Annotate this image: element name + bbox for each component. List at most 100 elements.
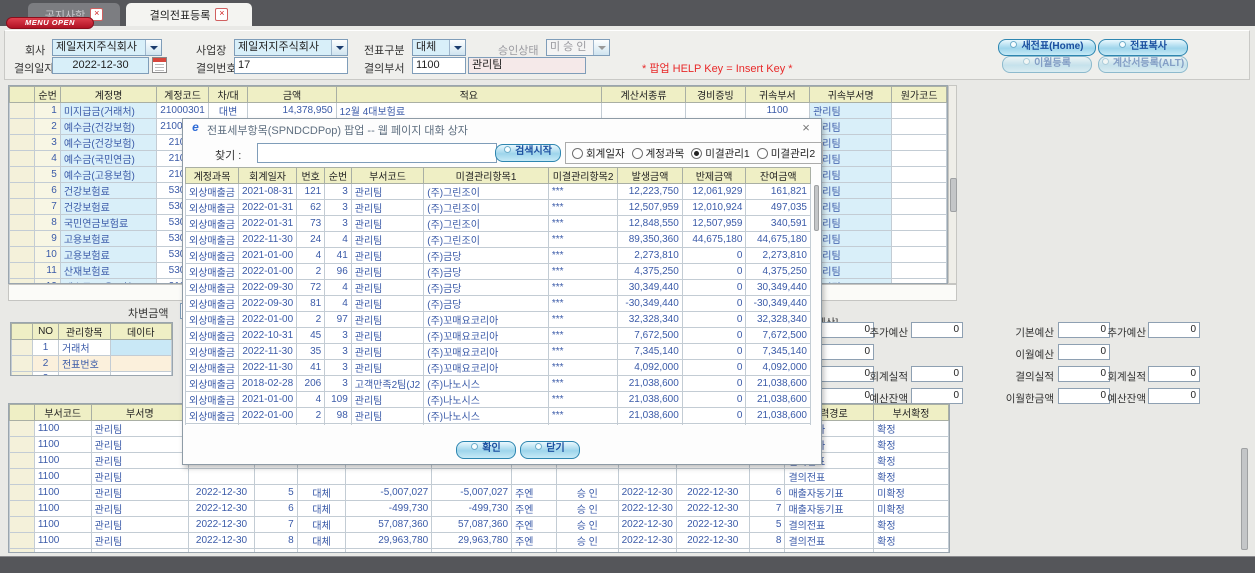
chevron-down-icon[interactable] (449, 40, 465, 55)
slip-type-select[interactable]: 대체 (412, 39, 466, 56)
search-input[interactable] (257, 143, 497, 163)
table-row[interactable]: 외상매출금 2022-01-31 62 3 관리팀 (주)그린조이 *** 12,507,95… (185, 199, 811, 216)
table-row[interactable]: 3 (11, 371, 172, 375)
column-header[interactable]: 데이타 (109, 323, 172, 340)
table-row[interactable]: 1100관리팀 결의전표확정 (9, 468, 949, 485)
table-row[interactable]: 외상매출금 2022-09-30 72 4 관리팀 (주)금당 *** 30,349,440 0… (185, 279, 811, 296)
copy-slip-button[interactable]: 전표복사 (1098, 39, 1188, 56)
calendar-icon[interactable] (152, 57, 167, 73)
column-header[interactable]: 계정코드 (156, 86, 209, 103)
table-row[interactable]: 1 거래처 (11, 339, 172, 356)
table-row[interactable]: 2 전표번호 (11, 355, 172, 372)
column-header[interactable]: 금액 (247, 86, 337, 103)
table-row[interactable]: 외상매출금 2022-01-00 2 98 관리팀 (주)나노시스 *** 21,038,60… (185, 407, 811, 424)
column-header[interactable]: 원가코드 (891, 86, 947, 103)
confirm-button[interactable]: 확인 (456, 441, 516, 459)
table-row[interactable]: 1100관리팀2022-12-309대체110,058,960110,058,9… (9, 548, 949, 552)
column-header[interactable]: 계산서종류 (600, 86, 687, 103)
dept-code-input[interactable]: 1100 (412, 57, 466, 74)
budget-input[interactable]: 0 (911, 322, 963, 338)
scrollbar-thumb[interactable] (1241, 448, 1248, 550)
column-header[interactable]: 부서코드 (350, 167, 425, 184)
table-row[interactable]: 외상매출금 2022-09-30 81 4 관리팀 (주)금당 *** -30,349,440… (185, 295, 811, 312)
table-row[interactable]: 1100 관리팀 2022-12-30 7 대체 57,087,360 57,087,360… (9, 516, 949, 533)
table-row[interactable]: 외상매출금 2022-11-30 24 4 관리팀 (주)그린조이 *** 89,350,36… (185, 231, 811, 248)
menu-open-button[interactable]: MENU OPEN (6, 17, 94, 29)
column-header[interactable]: 관리항목 (57, 323, 111, 340)
column-header[interactable]: 잔여금액 (745, 167, 811, 184)
radio-option-미결관리1[interactable]: 미결관리1 (691, 146, 750, 161)
column-header[interactable]: 차/대 (207, 86, 249, 103)
budget-input[interactable]: 0 (1148, 322, 1200, 338)
budget-input[interactable]: 0 (818, 344, 874, 360)
table-row[interactable]: 외상매출금 2022-11-30 41 3 관리팀 (주)꼬매요코리아 *** 4,092,0… (185, 359, 811, 376)
column-header[interactable]: 적요 (335, 86, 602, 103)
site-select[interactable]: 제일저지주식회사 (234, 39, 348, 56)
scrollbar-thumb[interactable] (950, 178, 957, 212)
carryover-button[interactable]: 이월등록 (1002, 56, 1092, 73)
column-header[interactable]: 계정명 (59, 86, 158, 103)
column-header[interactable]: 부서명 (90, 404, 190, 421)
column-header[interactable]: 부서확정 (873, 404, 949, 421)
table-row[interactable]: 1100 관리팀 2022-12-30 8 대체 29,963,780 29,963,780… (9, 532, 949, 549)
table-row[interactable]: 외상매출금2017-01-00458관리팀(주)네오피에스***6,324,95… (185, 423, 811, 425)
table-row[interactable]: 외상매출금 2022-01-31 73 3 관리팀 (주)그린조이 *** 12,848,55… (185, 215, 811, 232)
table-row[interactable]: 1 미지급금(거래처) 21000301 대변 14,378,950 12월 4대보험료 1… (9, 102, 947, 119)
close-icon[interactable]: × (215, 8, 229, 21)
column-header[interactable]: NO (32, 323, 59, 340)
table-row[interactable]: 외상매출금 2022-01-00 2 96 관리팀 (주)금당 *** 4,375,250 0 4… (185, 263, 811, 280)
budget-input[interactable]: 0 (1058, 366, 1110, 382)
new-slip-button[interactable]: 새전표(Home) (998, 39, 1096, 56)
table-row[interactable]: 외상매출금 2021-01-00 4 109 관리팀 (주)나노시스 *** 21,038,6… (185, 391, 811, 408)
budget-input[interactable]: 0 (1058, 344, 1110, 360)
column-header[interactable]: 발생금액 (617, 167, 683, 184)
search-start-button[interactable]: 검색시작 (495, 144, 561, 162)
table-row[interactable]: 외상매출금 2022-11-30 35 3 관리팀 (주)꼬매요코리아 *** 7,345,1… (185, 343, 811, 360)
column-header[interactable]: 미결관리항목2 (547, 167, 619, 184)
resolve-date-input[interactable]: 2022-12-30 (52, 57, 149, 74)
column-header[interactable]: 회계일자 (237, 167, 298, 184)
column-header[interactable]: 부서코드 (33, 404, 92, 421)
column-header[interactable]: 미결관리항목1 (423, 167, 549, 184)
scrollbar[interactable] (948, 85, 957, 284)
scrollbar-thumb[interactable] (814, 185, 819, 231)
radio-option-미결관리2[interactable]: 미결관리2 (756, 146, 815, 161)
column-header[interactable]: 반제금액 (681, 167, 747, 184)
table-row[interactable]: 외상매출금 2022-10-31 45 3 관리팀 (주)꼬매요코리아 *** 7,672,5… (185, 327, 811, 344)
scrollbar[interactable] (1240, 403, 1248, 555)
table-row[interactable]: 외상매출금 2021-08-31 121 3 관리팀 (주)그린조이 *** 12,223,7… (185, 183, 811, 200)
column-header[interactable]: 경비증빙 (685, 86, 746, 103)
column-header[interactable]: 귀속부서 (744, 86, 811, 103)
radio-option-계정과목[interactable]: 계정과목 (631, 146, 684, 161)
budget-input[interactable]: 0 (1148, 388, 1200, 404)
chevron-down-icon[interactable] (331, 40, 347, 55)
budget-input[interactable]: 0 (1058, 322, 1110, 338)
approval-select[interactable]: 미 승 인 (546, 39, 610, 56)
radio-option-회계일자[interactable]: 회계일자 (572, 146, 625, 161)
table-row[interactable]: 1100 관리팀 2022-12-30 5 대체 -5,007,027 -5,007,027… (9, 484, 949, 501)
tab-slip-register[interactable]: 결의전표등록 × (126, 3, 252, 26)
budget-input[interactable]: 0 (1148, 366, 1200, 382)
budget-input[interactable]: 0 (818, 322, 874, 338)
dialog-title-bar[interactable]: e 전표세부항목(SPNDCDPop) 팝업 -- 웹 페이지 대화 상자 × (183, 119, 821, 137)
table-row[interactable]: 외상매출금 2021-01-00 4 41 관리팀 (주)금당 *** 2,273,810 0 2… (185, 247, 811, 264)
invoice-register-button[interactable]: 계산서등록(ALT) (1098, 56, 1188, 73)
budget-input[interactable]: 0 (818, 366, 874, 382)
budget-input[interactable]: 0 (818, 388, 874, 404)
column-header[interactable]: 계정과목 (185, 167, 239, 184)
column-header[interactable]: 귀속부서명 (809, 86, 893, 103)
budget-input[interactable]: 0 (911, 366, 963, 382)
table-row[interactable]: 외상매출금 2018-02-28 206 3 고객만족2팀(J2 (주)나노시스 *** 21… (185, 375, 811, 392)
table-row[interactable]: 외상매출금 2022-01-00 2 97 관리팀 (주)꼬매요코리아 *** 32,328,… (185, 311, 811, 328)
column-header[interactable]: 순번 (324, 167, 352, 184)
budget-input[interactable]: 0 (911, 388, 963, 404)
chevron-down-icon[interactable] (145, 40, 161, 55)
budget-input[interactable]: 0 (1058, 388, 1110, 404)
table-row[interactable]: 1100 관리팀 2022-12-30 6 대체 -499,730 -499,730 주엔 승 … (9, 500, 949, 517)
close-button[interactable]: 닫기 (520, 441, 580, 459)
company-select[interactable]: 제일저지주식회사 (52, 39, 162, 56)
close-icon[interactable]: × (799, 120, 813, 135)
column-header[interactable]: 번호 (296, 167, 326, 184)
slip-no-input[interactable]: 17 (234, 57, 348, 74)
column-header[interactable]: 순번 (34, 86, 61, 103)
